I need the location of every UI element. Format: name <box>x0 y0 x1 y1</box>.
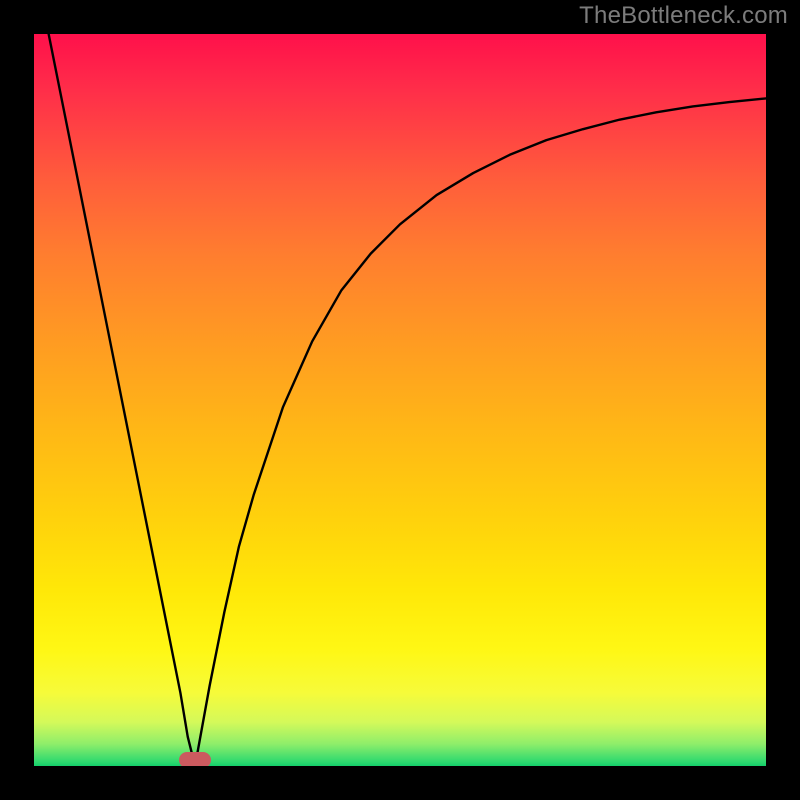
plot-area <box>34 34 766 766</box>
frame-bottom <box>0 766 800 800</box>
watermark-text: TheBottleneck.com <box>579 2 788 30</box>
minimum-marker <box>179 752 211 766</box>
chart-stage: TheBottleneck.com <box>0 0 800 800</box>
curve-layer <box>34 34 766 766</box>
curve-left-branch <box>49 34 195 766</box>
frame-right <box>766 0 800 800</box>
frame-left <box>0 0 34 800</box>
curve-right-branch <box>195 98 766 766</box>
